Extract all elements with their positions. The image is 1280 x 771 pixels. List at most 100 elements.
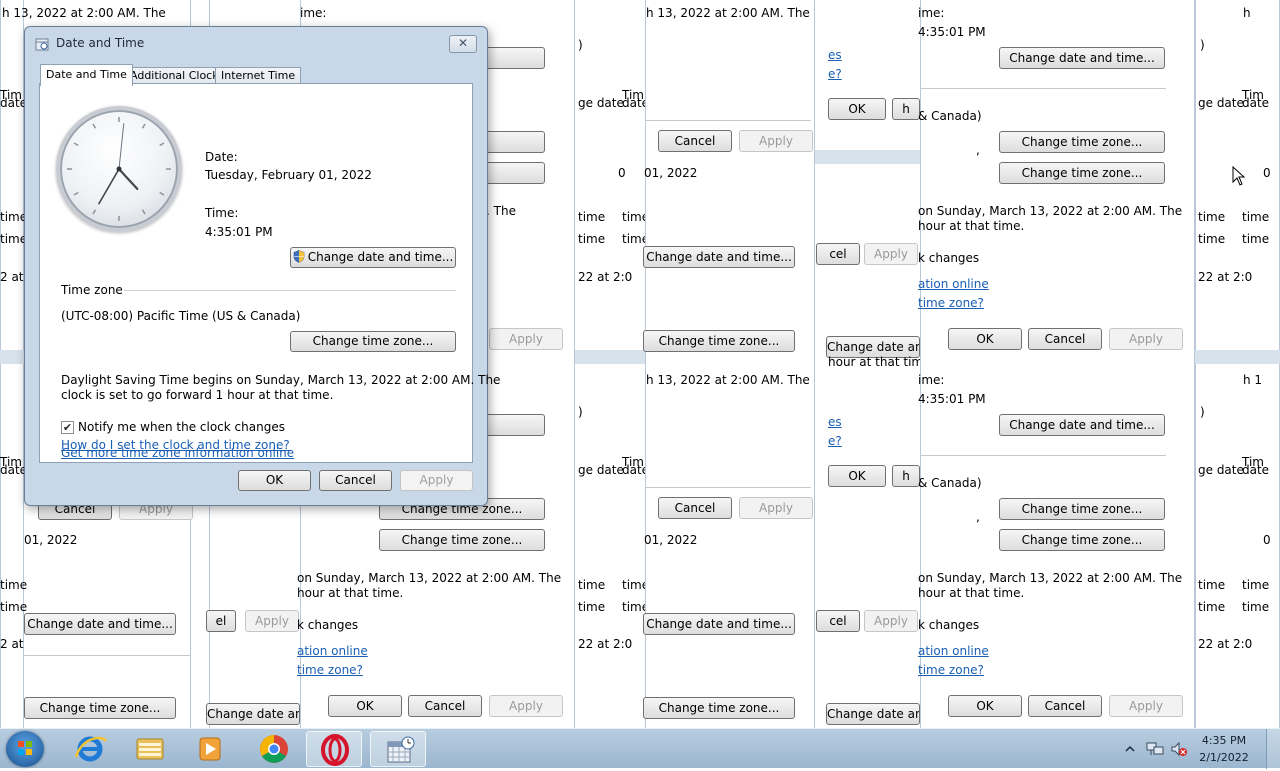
ghost-text: date: [0, 463, 28, 477]
ghost-text: 22 at 2:0: [1198, 637, 1253, 651]
ghost-band: [815, 150, 920, 164]
change-date-time-button[interactable]: Change date and time...: [290, 247, 456, 268]
ghost-link: ation online: [918, 644, 989, 658]
ghost-divider: [645, 120, 811, 121]
taskbar-chrome[interactable]: [246, 731, 302, 767]
date-and-time-dialog: Date and Time ✕ Date and Time Additional…: [24, 26, 500, 506]
ghost-text: time: [1242, 210, 1270, 224]
ghost-text: 22 at 2:0: [578, 270, 633, 284]
tray-clock-time[interactable]: 4:35 PM: [1194, 734, 1254, 747]
ghost-link: es: [828, 48, 842, 62]
uac-shield-icon: [293, 250, 305, 263]
ghost-band: [0, 350, 24, 364]
ghost-ok-button: OK: [328, 695, 402, 717]
ghost-text: 4:35:01 PM: [918, 392, 986, 406]
ghost-text: hour at that time.: [297, 586, 404, 600]
taskbar-media-player[interactable]: [182, 731, 238, 767]
ghost-change-date-button: Change date and: [206, 703, 300, 725]
ghost-text: h 13, 2022 at 2:00 AM. The: [2, 6, 166, 20]
ghost-text: time: [578, 210, 606, 224]
ghost-text: ): [578, 38, 583, 52]
show-desktop-button[interactable]: [1266, 729, 1280, 769]
ghost-text: 0: [1263, 166, 1271, 180]
cancel-button[interactable]: Cancel: [319, 470, 392, 491]
ghost-link: time zone?: [297, 663, 363, 677]
ghost-change-tz-button: Change time zone...: [999, 162, 1165, 184]
notify-label: Notify me when the clock changes: [78, 420, 285, 434]
ghost-text: 0: [618, 166, 626, 180]
ghost-divider: [24, 655, 190, 656]
ghost-text: ge date: [1198, 96, 1244, 110]
time-zone-heading: Time zone: [61, 283, 123, 297]
ghost-text: k changes: [297, 618, 359, 632]
ghost-change-tz-button: Change time zone...: [643, 697, 795, 719]
ghost-link: ation online: [918, 277, 989, 291]
ghost-text: ime:: [300, 6, 327, 20]
taskbar-file-explorer[interactable]: [122, 731, 178, 767]
ok-button[interactable]: OK: [238, 470, 311, 491]
notify-checkbox[interactable]: ✔: [61, 421, 74, 434]
tray-clock-date[interactable]: 2/1/2022: [1194, 751, 1254, 764]
taskbar-internet-explorer[interactable]: [62, 731, 118, 767]
clock-tick: [92, 209, 97, 215]
ghost-text: hour at that time.: [918, 219, 1025, 233]
ghost-text: time: [578, 578, 606, 592]
taskbar-date-time[interactable]: [370, 731, 426, 767]
ghost-text: time: [1242, 232, 1270, 246]
clock-tick: [92, 123, 97, 129]
date-value: Tuesday, February 01, 2022: [205, 168, 372, 182]
show-hidden-icons-icon[interactable]: [1124, 743, 1136, 755]
ghost-text: time: [1242, 578, 1270, 592]
ghost-text: h: [1243, 6, 1251, 20]
ghost-text: time: [0, 600, 28, 614]
ghost-text: hour at that time.: [828, 355, 935, 369]
ghost-apply-button: Apply: [1109, 328, 1183, 350]
clock-face-icon: [67, 117, 171, 221]
ghost-text: ): [1200, 38, 1205, 52]
apply-button[interactable]: Apply: [400, 470, 473, 491]
change-time-zone-button[interactable]: Change time zone...: [290, 331, 456, 352]
ghost-link: es: [828, 415, 842, 429]
how-to-set-clock-link[interactable]: How do I set the clock and time zone?: [61, 438, 290, 452]
dialog-title: Date and Time: [56, 36, 145, 50]
ghost-change-tz-button: Change time zone...: [24, 697, 176, 719]
ghost-cancel-button: Cancel: [658, 497, 732, 519]
taskbar: 4:35 PM 2/1/2022: [0, 728, 1280, 769]
time-label: Time:: [205, 206, 239, 220]
tab-date-and-time[interactable]: Date and Time: [40, 64, 133, 86]
ghost-change-date-button: Change date and time...: [24, 613, 176, 635]
ghost-text: on Sunday, March 13, 2022 at 2:00 AM. Th…: [297, 571, 562, 585]
ghost-cancel-button: Cancel: [408, 695, 482, 717]
ghost-apply-button: Apply: [739, 130, 813, 152]
dialog-titlebar[interactable]: Date and Time ✕: [25, 27, 487, 59]
clock-tick: [159, 191, 165, 196]
network-icon[interactable]: [1146, 741, 1164, 757]
ghost-text: time: [578, 232, 606, 246]
taskbar-opera[interactable]: [306, 731, 362, 767]
start-button[interactable]: [6, 731, 44, 767]
ghost-text: ge date: [578, 463, 624, 477]
date-time-control-panel-icon: [387, 736, 415, 763]
ghost-text: time: [1198, 210, 1226, 224]
internet-explorer-icon: [74, 736, 108, 762]
ghost-text: k changes: [918, 618, 980, 632]
ghost-text: date: [1242, 463, 1270, 477]
ghost-text: ime:: [918, 6, 945, 20]
ghost-apply-button: Apply: [245, 610, 299, 632]
clock-tick: [141, 209, 146, 215]
ghost-text: ,: [976, 143, 980, 157]
ghost-link: time zone?: [918, 296, 984, 310]
clock-tick: [73, 191, 79, 196]
ghost-change-date-button: Change date and time...: [643, 613, 795, 635]
ghost-text: 2 at: [0, 637, 24, 651]
ghost-text: 22 at 2:0: [578, 637, 633, 651]
ghost-ok-button: OK: [828, 98, 886, 120]
ghost-change-date-button: Change date and: [826, 703, 920, 725]
ghost-change-date-button: Change date and time...: [643, 246, 795, 268]
ghost-text: . The: [486, 204, 516, 218]
volume-muted-icon[interactable]: [1170, 741, 1188, 757]
ghost-change-tz-button: Change time zone...: [379, 529, 545, 551]
ghost-text: 4:35:01 PM: [918, 25, 986, 39]
close-button[interactable]: ✕: [449, 35, 477, 53]
ghost-text: date: [1242, 96, 1270, 110]
